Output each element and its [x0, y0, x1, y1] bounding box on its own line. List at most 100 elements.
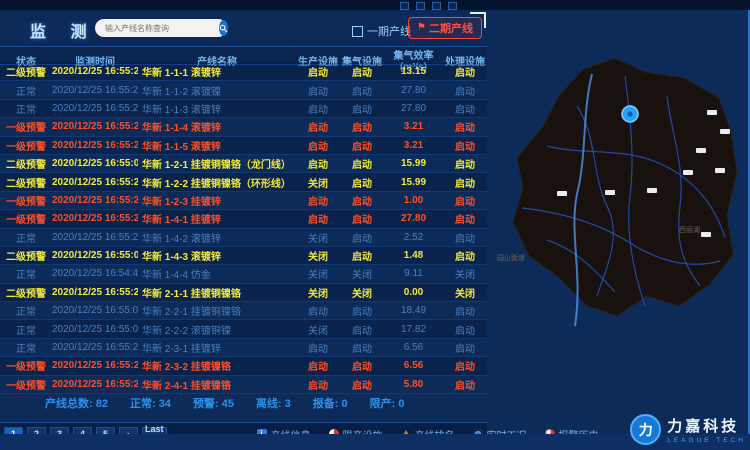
cell-treat: 启动 — [443, 156, 487, 171]
window-top-bar — [0, 0, 750, 10]
cell-status: 正常 — [0, 322, 52, 337]
cell-eff: 3.21 — [384, 121, 443, 132]
cell-prod: 启动 — [296, 119, 340, 134]
cell-name: 华新 1-4-4 仿金 — [138, 266, 296, 281]
cell-eff: 15.99 — [384, 177, 443, 188]
table-row[interactable]: 二级预警2020/12/25 16:55:04华新 1-2-1 挂镀铜镍铬（龙门… — [0, 155, 487, 173]
cell-gas: 关闭 — [340, 266, 384, 281]
cell-treat: 启动 — [443, 322, 487, 337]
checkbox-icon — [352, 26, 363, 37]
table-row[interactable]: 正常2020/12/25 16:55:04华新 2-2-2 滚镀铜镍关闭启动17… — [0, 320, 487, 338]
cell-status: 一级预警 — [0, 358, 52, 373]
table-row[interactable]: 正常2020/12/25 16:55:04华新 2-2-1 挂镀铜镍铬启动启动1… — [0, 302, 487, 320]
cell-prod: 关闭 — [296, 266, 340, 281]
cell-gas: 启动 — [340, 64, 384, 79]
cell-gas: 启动 — [340, 138, 384, 153]
brand-logo: 力 力嘉科技 LEAGUE TECH — [630, 414, 746, 445]
map-chip — [683, 170, 693, 175]
cell-time: 2020/12/25 16:55:24 — [52, 140, 138, 151]
table-row[interactable]: 二级预警2020/12/25 16:55:24华新 1-1-1 滚镀锌启动启动1… — [0, 63, 487, 81]
cell-eff: 5.80 — [384, 379, 443, 390]
cell-status: 一级预警 — [0, 119, 52, 134]
cell-gas: 启动 — [340, 101, 384, 116]
map-chip — [715, 168, 725, 173]
cell-prod: 启动 — [296, 101, 340, 116]
cell-status: 一级预警 — [0, 211, 52, 226]
cell-time: 2020/12/25 16:55:24 — [52, 177, 138, 188]
window-control-icon[interactable] — [432, 2, 441, 10]
table-row[interactable]: 一级预警2020/12/25 16:55:24华新 1-4-1 挂镀锌启动启动2… — [0, 210, 487, 228]
search-input[interactable] — [95, 24, 219, 33]
table-row[interactable]: 二级预警2020/12/25 16:55:24华新 2-1-1 挂镀铜镍铬关闭关… — [0, 284, 487, 302]
cell-time: 2020/12/25 16:55:24 — [52, 287, 138, 298]
cell-time: 2020/12/25 16:55:04 — [52, 158, 138, 169]
cell-gas: 启动 — [340, 193, 384, 208]
cell-prod: 启动 — [296, 64, 340, 79]
cell-prod: 启动 — [296, 377, 340, 392]
cell-status: 二级预警 — [0, 285, 52, 300]
cell-name: 华新 1-1-4 滚镀锌 — [138, 119, 296, 134]
table-row[interactable]: 一级预警2020/12/25 16:55:24华新 1-1-4 滚镀锌启动启动3… — [0, 118, 487, 136]
cell-prod: 启动 — [296, 138, 340, 153]
table-row[interactable]: 二级预警2020/12/25 16:55:24华新 1-2-2 挂镀铜镍铬（环形… — [0, 173, 487, 191]
map-area-label: 西丽湖 — [679, 225, 700, 234]
summary-item: 预警: 45 — [193, 395, 234, 411]
table-row[interactable]: 二级预警2020/12/25 16:55:04华新 1-4-3 滚镀锌关闭启动1… — [0, 247, 487, 265]
cell-prod: 启动 — [296, 303, 340, 318]
cell-gas: 启动 — [340, 83, 384, 98]
cell-time: 2020/12/25 16:55:24 — [52, 360, 138, 371]
table-row[interactable]: 正常2020/12/25 16:55:24华新 1-4-2 滚镀锌关闭启动2.5… — [0, 229, 487, 247]
cell-time: 2020/12/25 16:55:24 — [52, 103, 138, 114]
cell-treat: 启动 — [443, 303, 487, 318]
cell-time: 2020/12/25 16:55:24 — [52, 213, 138, 224]
cell-eff: 18.49 — [384, 305, 443, 316]
table-row[interactable]: 正常2020/12/25 16:55:24华新 1-1-2 滚镀镍启动启动27.… — [0, 81, 487, 99]
cell-eff: 3.21 — [384, 140, 443, 151]
cell-status: 二级预警 — [0, 175, 52, 190]
cell-eff: 0.00 — [384, 287, 443, 298]
table-row[interactable]: 正常2020/12/25 16:55:24华新 2-3-1 挂镀锌启动启动6.5… — [0, 339, 487, 357]
table-row[interactable]: 一级预警2020/12/25 16:55:24华新 1-1-5 滚镀锌启动启动3… — [0, 137, 487, 155]
cell-name: 华新 2-4-1 挂镀镍铬 — [138, 377, 296, 392]
table-row[interactable]: 一级预警2020/12/25 16:55:24华新 2-3-2 挂镀镍铬启动启动… — [0, 357, 487, 375]
cell-time: 2020/12/25 16:55:04 — [52, 250, 138, 261]
cell-treat: 启动 — [443, 248, 487, 263]
cell-prod: 关闭 — [296, 230, 340, 245]
cell-gas: 启动 — [340, 230, 384, 245]
cell-prod: 启动 — [296, 340, 340, 355]
cell-gas: 启动 — [340, 358, 384, 373]
cell-treat: 关闭 — [443, 285, 487, 300]
cell-name: 华新 1-4-1 挂镀锌 — [138, 211, 296, 226]
phase1-toggle[interactable]: 一期产线 — [352, 23, 411, 39]
search-button[interactable] — [219, 20, 228, 36]
table-row[interactable]: 正常2020/12/25 16:54:44华新 1-4-4 仿金关闭关闭9.11… — [0, 265, 487, 283]
map-chip — [696, 148, 706, 153]
cell-time: 2020/12/25 16:55:24 — [52, 195, 138, 206]
page-title: 监 测 — [30, 18, 96, 42]
table-row[interactable]: 一级预警2020/12/25 16:55:24华新 2-4-1 挂镀镍铬启动启动… — [0, 376, 487, 394]
cell-status: 正常 — [0, 340, 52, 355]
cell-prod: 启动 — [296, 358, 340, 373]
district-map: 西丽湖园山街道 — [487, 10, 748, 434]
cell-eff: 17.82 — [384, 324, 443, 335]
cell-name: 华新 1-4-3 滚镀锌 — [138, 248, 296, 263]
table-row[interactable]: 一级预警2020/12/25 16:55:24华新 1-2-3 挂镀锌启动启动1… — [0, 192, 487, 210]
window-control-icon[interactable] — [448, 2, 457, 10]
cell-gas: 启动 — [340, 322, 384, 337]
table-row[interactable]: 正常2020/12/25 16:55:24华新 1-1-3 滚镀锌启动启动27.… — [0, 100, 487, 118]
cell-time: 2020/12/25 16:55:24 — [52, 85, 138, 96]
window-control-icon[interactable] — [400, 2, 409, 10]
phase2-label: 二期产线 — [429, 20, 473, 36]
cell-name: 华新 1-1-3 滚镀锌 — [138, 101, 296, 116]
cell-gas: 启动 — [340, 248, 384, 263]
map-marker[interactable] — [622, 106, 638, 122]
cell-prod: 启动 — [296, 83, 340, 98]
search-box — [95, 19, 227, 37]
cell-name: 华新 2-3-2 挂镀镍铬 — [138, 358, 296, 373]
window-control-icon[interactable] — [416, 2, 425, 10]
cell-status: 正常 — [0, 230, 52, 245]
cell-status: 二级预警 — [0, 156, 52, 171]
map-chip — [701, 232, 711, 237]
map-chip — [557, 191, 567, 196]
cell-name: 华新 2-1-1 挂镀铜镍铬 — [138, 285, 296, 300]
